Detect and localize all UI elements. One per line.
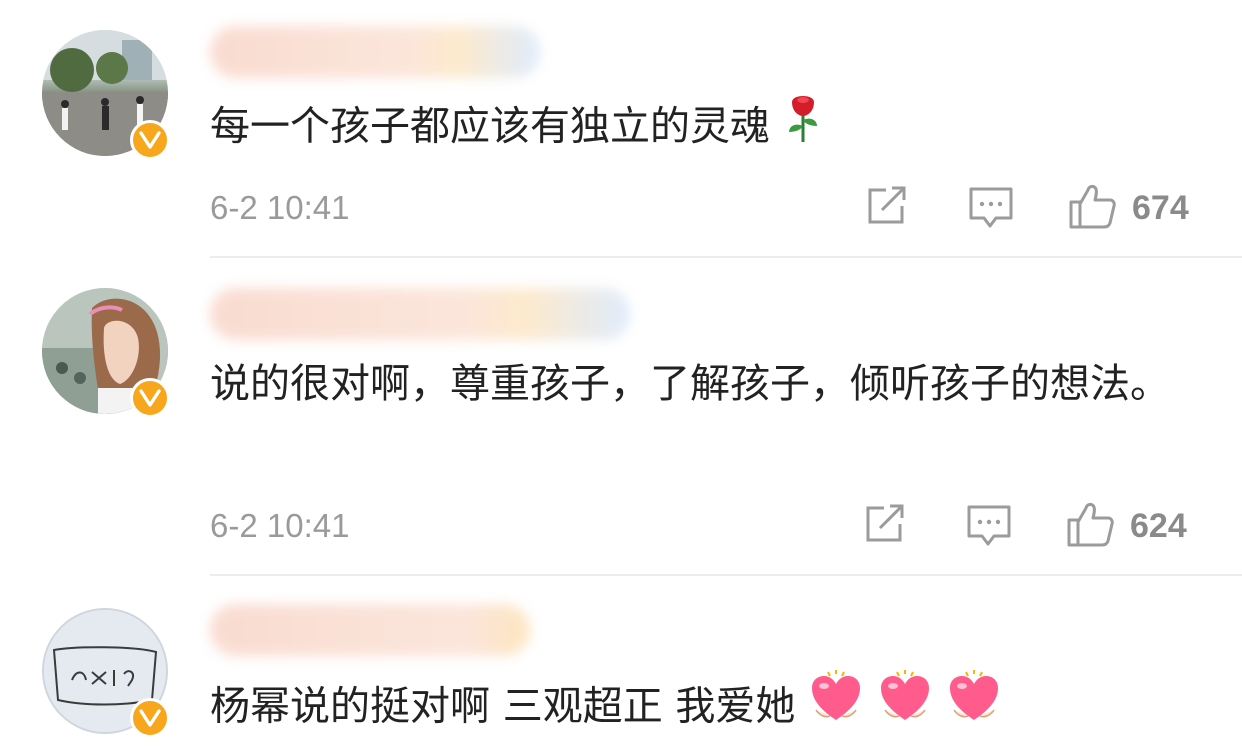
like-count: 674: [1132, 189, 1189, 227]
reply-icon[interactable]: [966, 504, 1012, 548]
divider: [210, 574, 1242, 576]
heart-emoji: [946, 670, 1002, 747]
comment-meta: 6-2 10:41 624: [210, 502, 1200, 550]
like-icon[interactable]: [1066, 500, 1114, 548]
comment-time: 6-2 10:41: [210, 189, 350, 226]
comment-text-content: 杨幂说的挺对啊 三观超正 我爱她: [210, 683, 796, 730]
avatar[interactable]: [42, 288, 170, 418]
comment-text-content: 说的很对啊，尊重孩子，了解孩子，倾听孩子的想法。: [210, 361, 1170, 407]
username-blurred[interactable]: [210, 26, 540, 78]
rose-emoji: [783, 92, 823, 165]
avatar[interactable]: [42, 608, 170, 738]
verified-icon: [130, 120, 170, 160]
username-blurred[interactable]: [210, 288, 630, 340]
comment-time: 6-2 10:41: [210, 507, 350, 544]
heart-emoji: [808, 670, 864, 747]
comment-meta: 6-2 10:41 674: [210, 184, 1200, 232]
comment-item: 说的很对啊，尊重孩子，了解孩子，倾听孩子的想法。 6-2 10:41 624: [0, 258, 1242, 578]
like-count: 624: [1130, 507, 1187, 545]
comment-item: 每一个孩子都应该有独立的灵魂 6-2 10:41 674: [0, 0, 1242, 258]
share-icon[interactable]: [864, 504, 910, 548]
heart-emoji-group: [808, 670, 1001, 730]
reply-icon[interactable]: [968, 186, 1014, 230]
avatar[interactable]: [42, 30, 170, 160]
heart-emoji: [877, 670, 933, 747]
like-icon[interactable]: [1068, 182, 1116, 230]
share-icon[interactable]: [866, 186, 912, 230]
comment-text-content: 每一个孩子都应该有独立的灵魂: [210, 103, 770, 150]
comment-item: 杨幂说的挺对啊 三观超正 我爱她: [0, 578, 1242, 751]
comment-text: 每一个孩子都应该有独立的灵魂: [210, 92, 1210, 165]
comment-text: 杨幂说的挺对啊 三观超正 我爱她: [210, 670, 1210, 747]
username-blurred[interactable]: [210, 604, 530, 656]
verified-icon: [130, 378, 170, 418]
verified-icon: [130, 698, 170, 738]
comment-text: 说的很对啊，尊重孩子，了解孩子，倾听孩子的想法。: [210, 350, 1210, 418]
